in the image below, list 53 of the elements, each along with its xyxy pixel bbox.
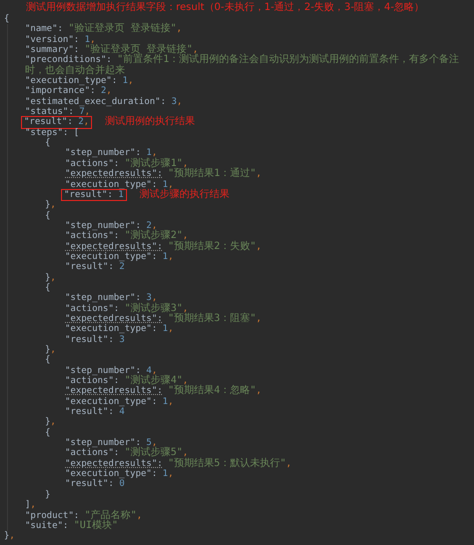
annotation-note: 测试用例的执行结果	[105, 117, 196, 128]
code-line: "expectedresults": "预期结果5：默认未执行",	[65, 458, 292, 469]
code-line: "estimated_exec_duration": 3,	[25, 96, 182, 107]
code-line: "suite": "UI模块"	[25, 520, 118, 532]
code-line: "result": 2	[65, 262, 125, 273]
code-line: "step_number": 5,	[65, 438, 158, 448]
code-line: {	[4, 14, 10, 24]
code-line: "execution_type": 1,	[65, 396, 174, 407]
code-line: {	[45, 210, 50, 221]
code-line: "version": 1,	[25, 34, 96, 45]
code-line: "result": 4	[65, 407, 125, 418]
code-line: "execution_type": 1,	[65, 324, 174, 335]
code-line: "actions": "测试步骤2",	[65, 231, 188, 242]
code-line: "step_number": 4,	[65, 366, 158, 376]
code-line: },	[45, 272, 56, 283]
code-line: },	[45, 345, 56, 355]
code-line: "execution_type": 1,	[65, 180, 174, 190]
code-line: "step_number": 1,	[65, 148, 158, 158]
code-line: "actions": "测试步骤1",	[65, 158, 188, 169]
code-line: "result": 3	[65, 334, 125, 345]
code-line: },	[45, 200, 56, 211]
code-line: {	[45, 355, 50, 366]
code-line: "actions": "测试步骤4",	[65, 376, 188, 386]
code-line: "product": "产品名称",	[25, 510, 142, 520]
highlighted-code-line: "result": 1	[62, 190, 126, 200]
code-line: "steps": [	[25, 128, 80, 138]
code-line: "result": 0	[65, 479, 125, 490]
code-line: "execution_type": 1,	[65, 469, 174, 480]
code-line: }	[45, 490, 50, 500]
code-line: {	[45, 138, 50, 148]
code-line: "importance": 2,	[25, 86, 112, 97]
code-line: "name": "验证登录页 登录链接",	[25, 24, 182, 35]
code-line: {	[45, 428, 50, 438]
code-line: },	[4, 531, 15, 542]
highlighted-code-line: "result": 2,	[22, 117, 92, 128]
code-line: "preconditions": "前置条件1：测试用例的备注会自动识别为测试用例的前置条件，有多个备注时，也会自动合并起来	[25, 55, 460, 76]
code-line: "execution_type": 1,	[25, 76, 134, 86]
code-line: "step_number": 2,	[65, 220, 158, 231]
code-line: "status": 7,	[25, 107, 90, 118]
annotation-heading: 测试用例数据增加执行结果字段：result（0-未执行，1-通过，2-失败，3-阻塞，4-忽略）	[25, 2, 426, 14]
code-line: },	[45, 417, 56, 428]
code-line: "step_number": 3,	[65, 293, 158, 304]
code-line: "actions": "测试步骤5",	[65, 448, 188, 458]
code-line: "expectedresults": "预期结果1：通过",	[65, 169, 262, 180]
code-line: "expectedresults": "预期结果3：阻塞",	[65, 314, 262, 324]
code-line: "summary": "验证登录页 登录链接",	[25, 45, 198, 56]
code-line: "expectedresults": "预期结果2：失败",	[65, 242, 262, 252]
annotation-note: 测试步骤的执行结果	[140, 190, 230, 200]
code-line: {	[45, 282, 50, 294]
code-line: "expectedresults": "预期结果4：忽略",	[65, 386, 262, 397]
code-line: "execution_type": 1,	[65, 252, 174, 262]
code-line: "actions": "测试步骤3",	[65, 304, 188, 314]
code-line: ],	[25, 500, 36, 510]
